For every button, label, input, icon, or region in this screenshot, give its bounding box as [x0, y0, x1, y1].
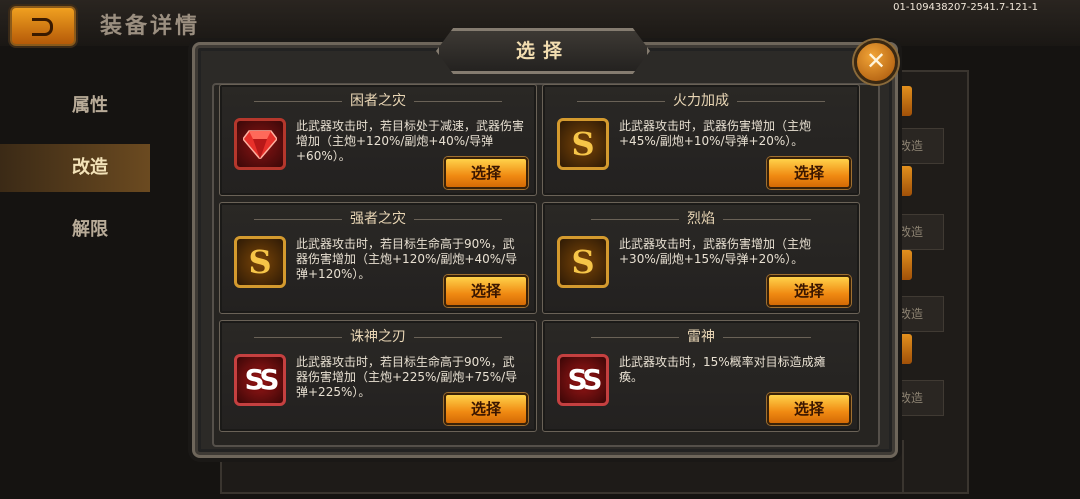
select-button[interactable]: 选择 [444, 275, 528, 307]
card-description: 此武器攻击时，武器伤害增加（主炮+30%/副炮+15%/导弹+20%）。 [619, 237, 812, 266]
page-title: 装备详情 [100, 14, 201, 39]
s-rank-icon: S [557, 118, 609, 170]
card-title: 强者之灾 [220, 208, 536, 228]
option-card: 强者之灾 S 此武器攻击时，若目标生命高于90%，武器伤害增加（主炮+120%/… [219, 202, 537, 314]
card-title: 烈焰 [543, 208, 859, 228]
back-button[interactable] [10, 6, 76, 46]
card-title: 诛神之刃 [220, 326, 536, 346]
s-rank-icon: S [234, 236, 286, 288]
select-button[interactable]: 选择 [444, 157, 528, 189]
card-description: 此武器攻击时，15%概率对目标造成瘫痪。 [619, 355, 826, 384]
build-id: 01-109438207-2541.7-121-1 [893, 2, 1038, 13]
option-card: 火力加成 S 此武器攻击时，武器伤害增加（主炮+45%/副炮+10%/导弹+20… [542, 84, 860, 196]
dialog-title: 选择 [436, 28, 650, 74]
option-card: 雷神 SS 此武器攻击时，15%概率对目标造成瘫痪。 选择 [542, 320, 860, 432]
option-card: 诛神之刃 SS 此武器攻击时，若目标生命高于90%，武器伤害增加（主炮+225%… [219, 320, 537, 432]
ss-rank-icon: SS [557, 354, 609, 406]
s-rank-icon: S [557, 236, 609, 288]
card-title: 火力加成 [543, 90, 859, 110]
ss-rank-icon: SS [234, 354, 286, 406]
tab-unlock[interactable]: 解限 [0, 206, 150, 254]
card-description: 此武器攻击时，武器伤害增加（主炮+45%/副炮+10%/导弹+20%）。 [619, 119, 812, 148]
card-title: 困者之灾 [220, 90, 536, 110]
close-button[interactable]: ✕ [854, 40, 898, 84]
card-title: 雷神 [543, 326, 859, 346]
select-button[interactable]: 选择 [767, 157, 851, 189]
option-card: 困者之灾 此武器攻击时，若目标处于减速，武器伤害增加（主炮+120%/副炮+40… [219, 84, 537, 196]
tab-modify[interactable]: 改造 [0, 144, 150, 192]
select-button[interactable]: 选择 [767, 393, 851, 425]
tab-attributes[interactable]: 属性 [0, 82, 150, 130]
red-gem-icon [234, 118, 286, 170]
select-button[interactable]: 选择 [444, 393, 528, 425]
select-button[interactable]: 选择 [767, 275, 851, 307]
option-card: 烈焰 S 此武器攻击时，武器伤害增加（主炮+30%/副炮+15%/导弹+20%）… [542, 202, 860, 314]
